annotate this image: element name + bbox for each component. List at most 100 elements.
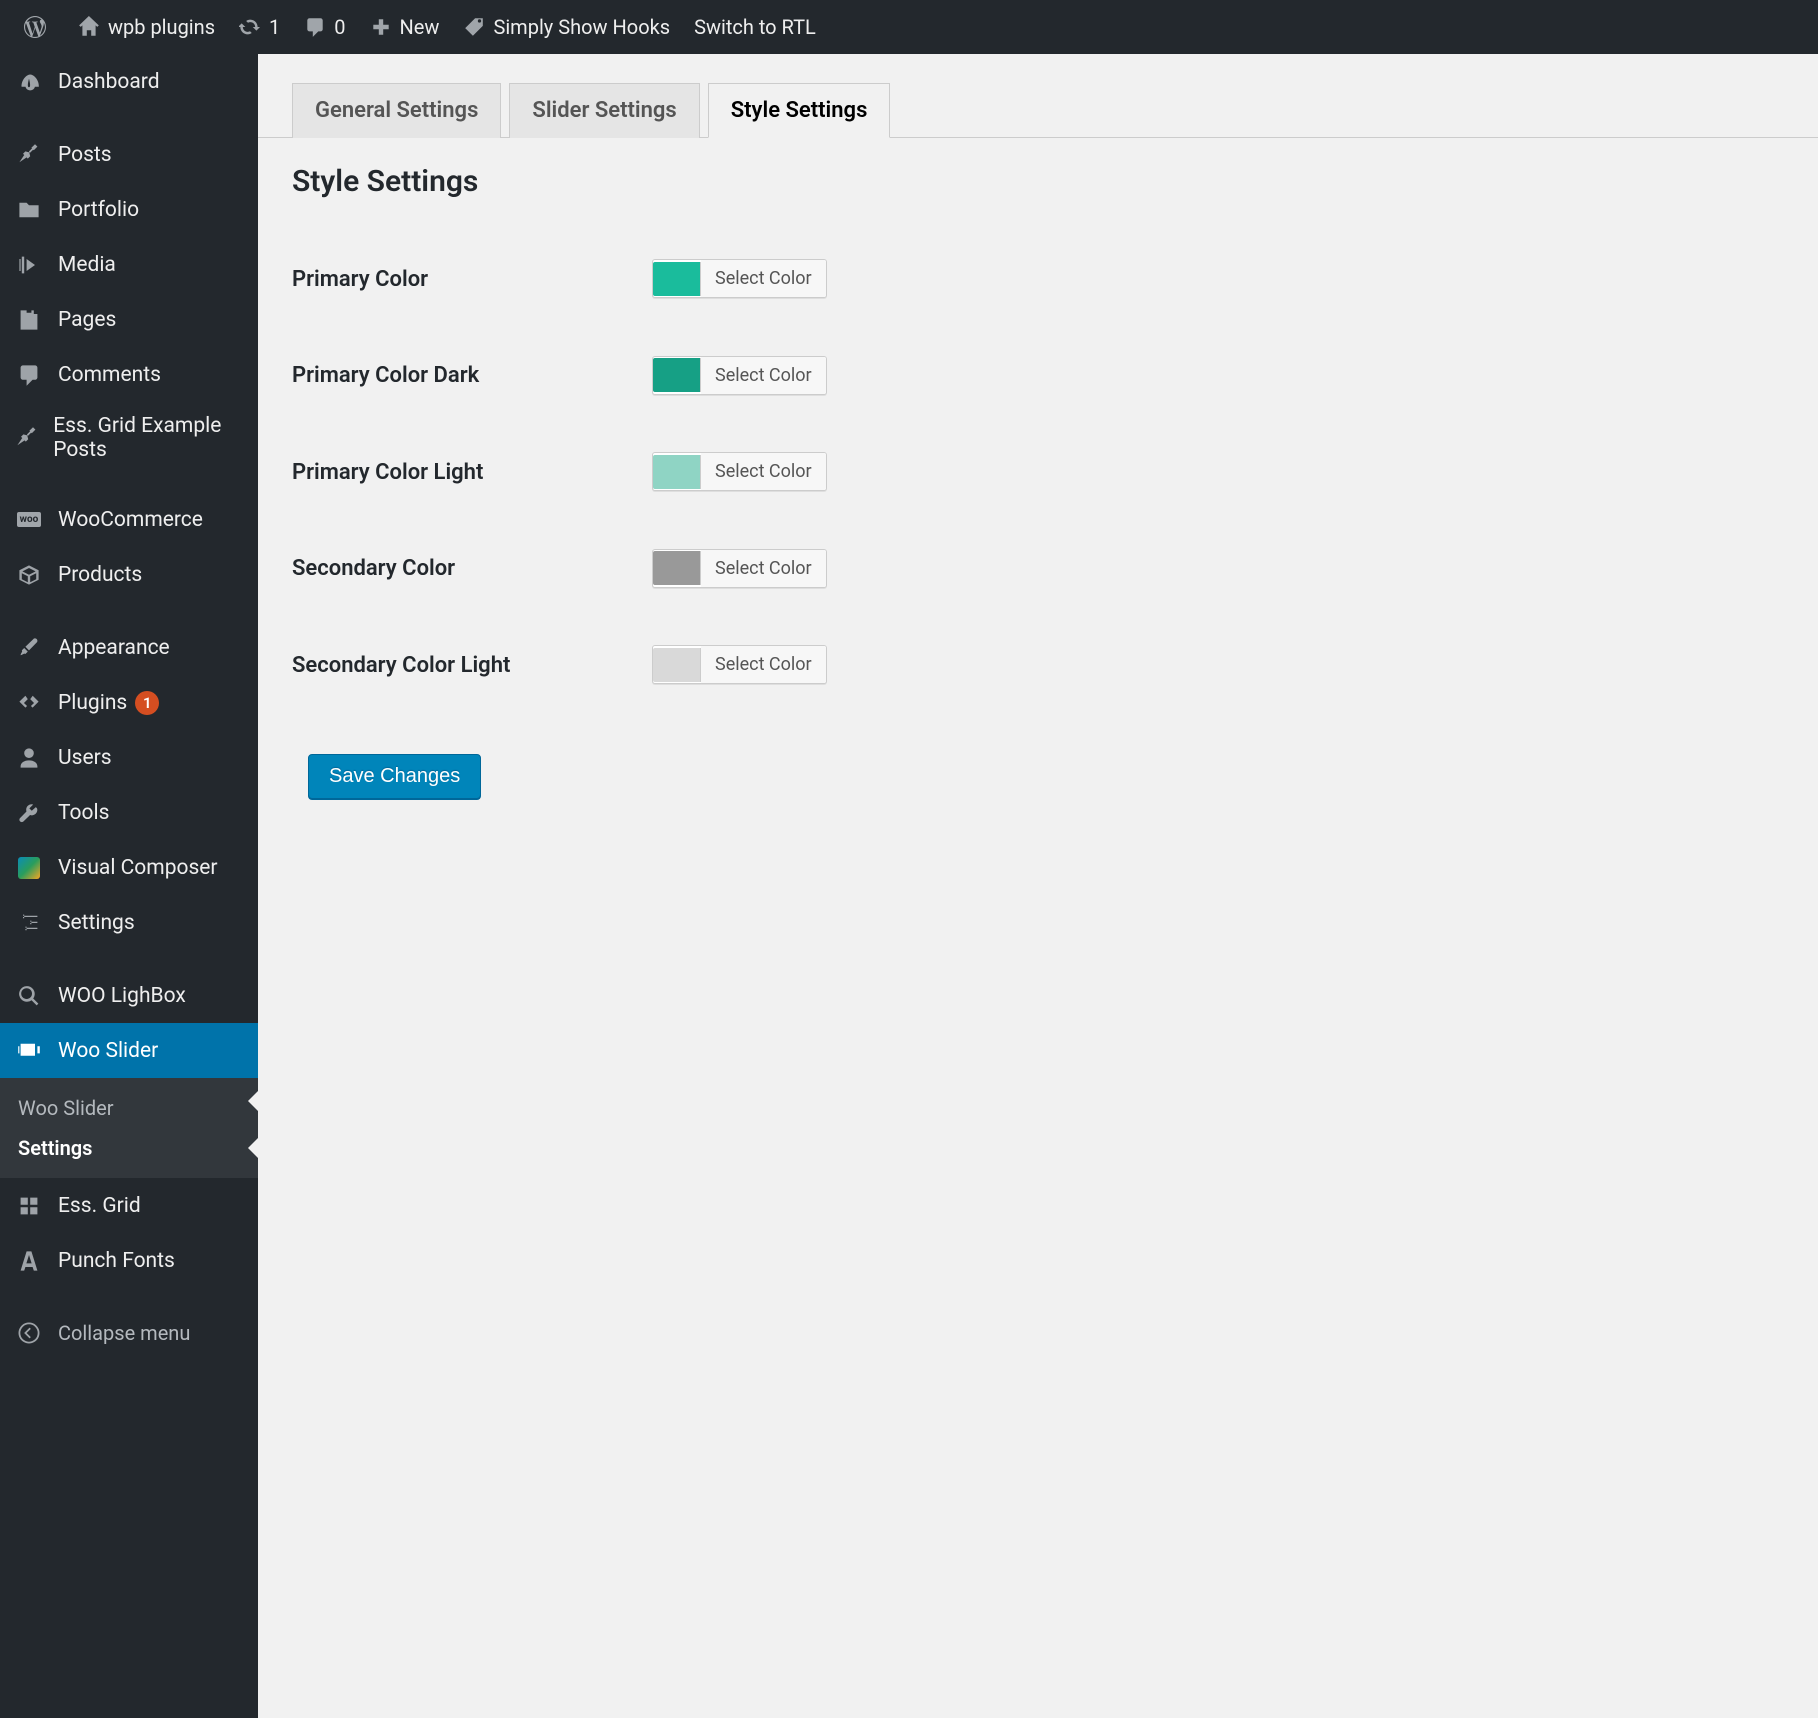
select-color-button[interactable]: Select Color <box>701 550 826 587</box>
color-swatch <box>653 551 701 585</box>
menu-label: Settings <box>58 911 135 935</box>
tab-slider-settings[interactable]: Slider Settings <box>509 83 699 138</box>
settings-tabs: General Settings Slider Settings Style S… <box>258 54 1818 138</box>
color-picker-primary-light[interactable]: Select Color <box>652 452 827 491</box>
dashboard-icon <box>14 67 44 97</box>
user-icon <box>14 743 44 773</box>
menu-label: Comments <box>58 363 161 387</box>
plugin-badge: 1 <box>135 691 159 715</box>
comment-icon <box>304 16 326 38</box>
field-label: Secondary Color <box>292 521 652 618</box>
menu-item-appearance[interactable]: Appearance <box>0 620 258 675</box>
menu-label: Products <box>58 563 142 587</box>
color-picker-secondary[interactable]: Select Color <box>652 549 827 588</box>
menu-label: WOO LighBox <box>58 984 186 1008</box>
sliders-icon <box>14 908 44 938</box>
menu-label: Ess. Grid Example Posts <box>53 414 244 462</box>
menu-item-woocommerce[interactable]: woo WooCommerce <box>0 492 258 547</box>
submenu-item-woo-slider[interactable]: Woo Slider <box>0 1088 258 1128</box>
menu-item-portfolio[interactable]: Portfolio <box>0 182 258 237</box>
search-icon <box>14 981 44 1011</box>
hooks-label: Simply Show Hooks <box>493 15 670 39</box>
rtl-switch[interactable]: Switch to RTL <box>682 0 828 54</box>
submenu-item-settings[interactable]: Settings <box>0 1128 258 1168</box>
visual-composer-icon <box>14 853 44 883</box>
pin-icon <box>14 423 39 453</box>
menu-item-woo-lightbox[interactable]: WOO LighBox <box>0 968 258 1023</box>
select-color-button[interactable]: Select Color <box>701 453 826 490</box>
new-content-link[interactable]: New <box>358 0 452 54</box>
select-color-button[interactable]: Select Color <box>701 646 826 683</box>
field-label: Secondary Color Light <box>292 617 652 714</box>
admin-bar: wpb plugins 1 0 New Simply Show Hooks Sw… <box>0 0 1818 54</box>
menu-item-tools[interactable]: Tools <box>0 785 258 840</box>
collapse-label: Collapse menu <box>58 1321 190 1345</box>
menu-item-plugins[interactable]: Plugins 1 <box>0 675 258 730</box>
site-name-label: wpb plugins <box>108 15 215 39</box>
wp-logo[interactable] <box>12 0 66 54</box>
comments-count: 0 <box>334 15 345 39</box>
update-icon <box>239 16 261 38</box>
media-icon <box>14 250 44 280</box>
color-picker-primary-dark[interactable]: Select Color <box>652 356 827 395</box>
field-row-primary-color: Primary Color Select Color <box>292 231 1784 328</box>
tab-general-settings[interactable]: General Settings <box>292 83 501 138</box>
menu-label: Portfolio <box>58 198 139 222</box>
color-picker-primary[interactable]: Select Color <box>652 259 827 298</box>
updates-link[interactable]: 1 <box>227 0 292 54</box>
comments-link[interactable]: 0 <box>292 0 357 54</box>
menu-label: Tools <box>58 801 109 825</box>
menu-item-comments[interactable]: Comments <box>0 347 258 402</box>
admin-sidebar: Dashboard Posts Portfolio <box>0 54 258 1718</box>
menu-item-ess-grid-posts[interactable]: Ess. Grid Example Posts <box>0 402 258 474</box>
plus-icon <box>370 16 392 38</box>
menu-label: Punch Fonts <box>58 1249 175 1273</box>
menu-separator <box>0 950 258 968</box>
hooks-link[interactable]: Simply Show Hooks <box>451 0 682 54</box>
site-name[interactable]: wpb plugins <box>66 0 227 54</box>
menu-item-visual-composer[interactable]: Visual Composer <box>0 840 258 895</box>
folder-icon <box>14 195 44 225</box>
color-swatch <box>653 358 701 392</box>
field-label: Primary Color Light <box>292 424 652 521</box>
menu-label: Users <box>58 746 112 770</box>
font-icon <box>14 1246 44 1276</box>
wrench-icon <box>14 798 44 828</box>
menu-label: Posts <box>58 143 112 167</box>
color-picker-secondary-light[interactable]: Select Color <box>652 645 827 684</box>
field-row-secondary-color: Secondary Color Select Color <box>292 521 1784 618</box>
select-color-button[interactable]: Select Color <box>701 260 826 297</box>
menu-item-dashboard[interactable]: Dashboard <box>0 54 258 109</box>
tag-icon <box>463 16 485 38</box>
menu-label: Woo Slider <box>58 1039 158 1063</box>
menu-item-users[interactable]: Users <box>0 730 258 785</box>
submenu-label: Settings <box>18 1136 92 1160</box>
menu-label: Ess. Grid <box>58 1194 141 1218</box>
menu-item-products[interactable]: Products <box>0 547 258 602</box>
menu-item-posts[interactable]: Posts <box>0 127 258 182</box>
menu-item-settings[interactable]: Settings <box>0 895 258 950</box>
menu-item-media[interactable]: Media <box>0 237 258 292</box>
woocommerce-icon: woo <box>14 505 44 535</box>
tab-style-settings[interactable]: Style Settings <box>708 83 891 138</box>
menu-label: Dashboard <box>58 70 160 94</box>
menu-label: Media <box>58 253 116 277</box>
menu-item-woo-slider[interactable]: Woo Slider Woo Slider Settings <box>0 1023 258 1178</box>
content-area: General Settings Slider Settings Style S… <box>258 54 1818 825</box>
wordpress-icon <box>24 16 46 38</box>
save-button[interactable]: Save Changes <box>308 754 481 799</box>
color-swatch <box>653 648 701 682</box>
menu-separator <box>0 474 258 492</box>
menu-item-pages[interactable]: Pages <box>0 292 258 347</box>
select-color-button[interactable]: Select Color <box>701 357 826 394</box>
menu-label: Pages <box>58 308 116 332</box>
menu-label: Plugins <box>58 691 127 715</box>
field-row-primary-color-dark: Primary Color Dark Select Color <box>292 328 1784 425</box>
box-icon <box>14 560 44 590</box>
menu-item-punch-fonts[interactable]: Punch Fonts <box>0 1233 258 1288</box>
menu-separator <box>0 1288 258 1306</box>
menu-item-ess-grid[interactable]: Ess. Grid <box>0 1178 258 1233</box>
slider-icon <box>14 1036 44 1066</box>
comment-icon <box>14 360 44 390</box>
collapse-menu-button[interactable]: Collapse menu <box>0 1306 258 1360</box>
